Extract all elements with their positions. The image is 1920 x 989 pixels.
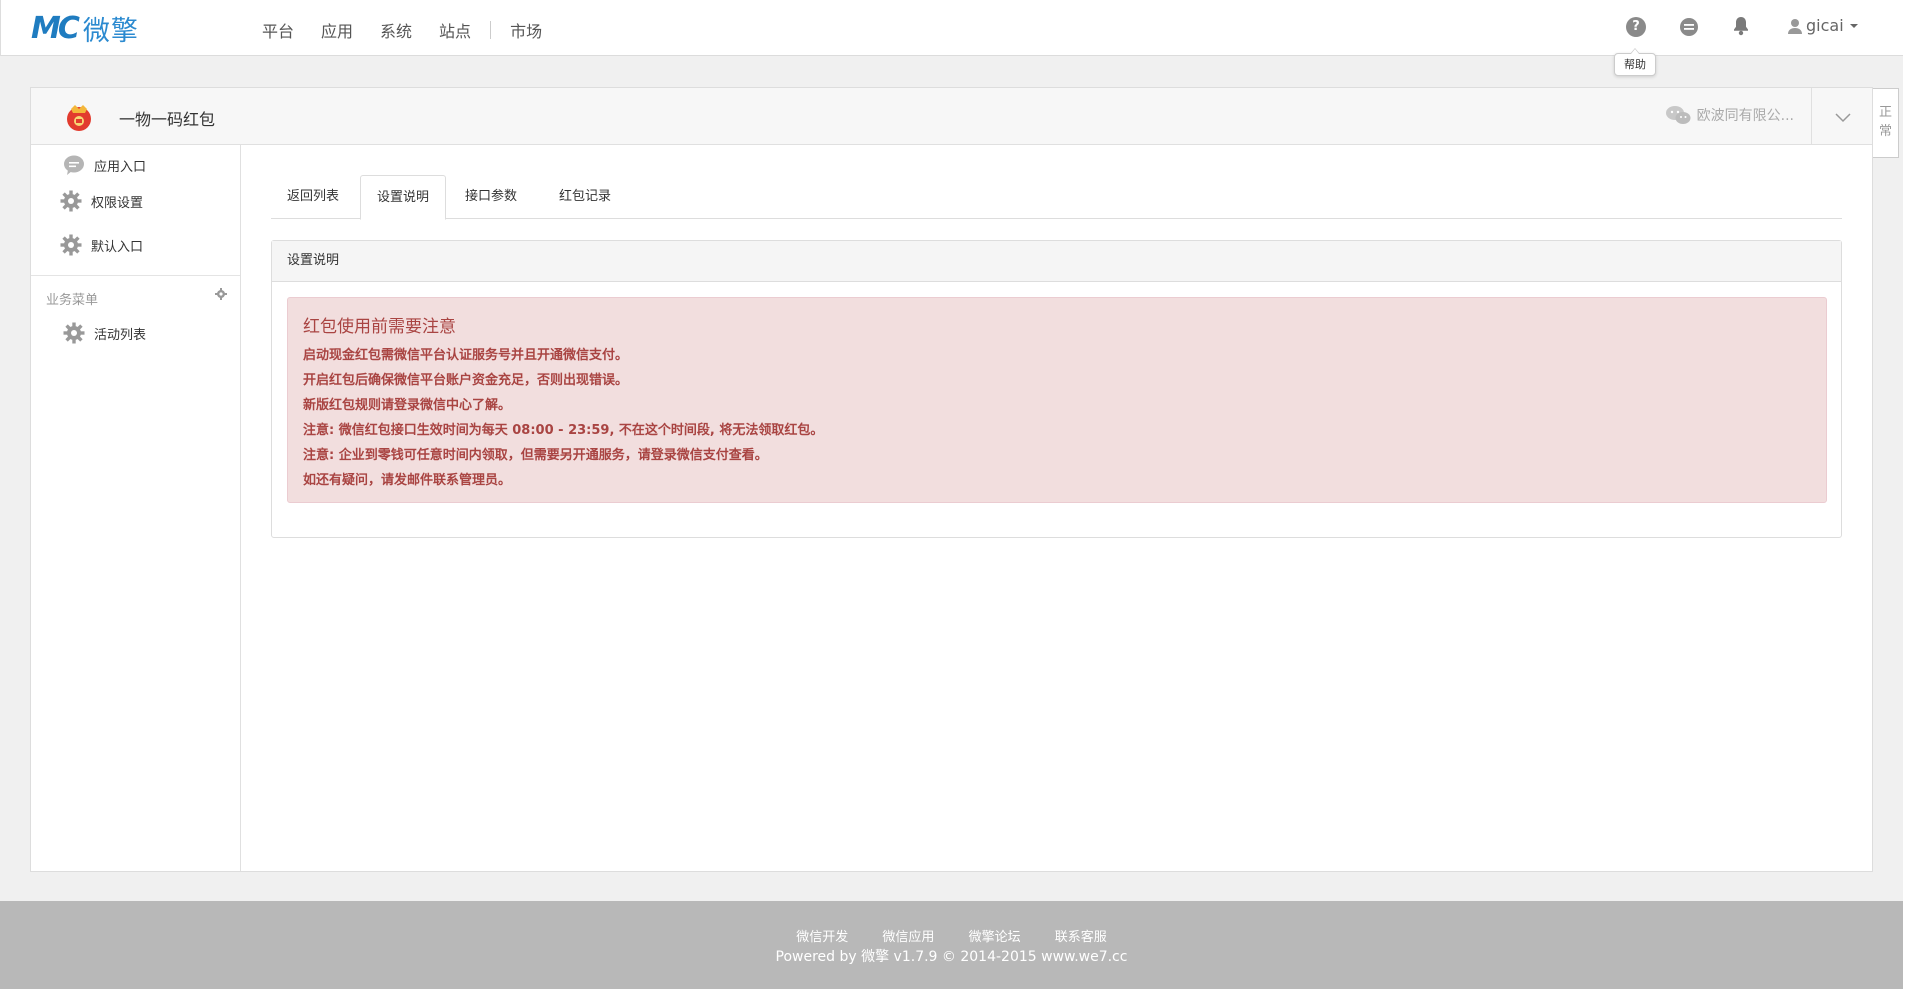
- scrollbar-gutter: [1903, 0, 1920, 989]
- sidebar-group-business: 业务菜单: [31, 275, 240, 315]
- sidebar-item-label: 默认入口: [91, 239, 144, 255]
- tab-bar: 返回列表 设置说明 接口参数 红包记录: [271, 175, 1842, 220]
- nav-item-apps[interactable]: 应用: [321, 18, 353, 42]
- tab-api-params[interactable]: 接口参数: [449, 175, 533, 219]
- nav-divider: [490, 21, 492, 39]
- sidebar: 应用入口 权限设置 默认入口 业务菜单 活动列表: [31, 145, 241, 871]
- alert-line: 注意: 企业到零钱可任意时间内领取，但需要另开通服务，请登录微信支付查看。: [303, 448, 768, 463]
- nav-item-site[interactable]: 站点: [439, 18, 471, 42]
- logo-text: 微擎: [82, 15, 139, 47]
- question-circle-icon[interactable]: ?: [1626, 17, 1646, 37]
- tab-back-to-list[interactable]: 返回列表: [271, 175, 355, 219]
- app-title: 一物一码红包: [119, 110, 216, 129]
- panel-heading: 设置说明: [272, 241, 1841, 282]
- logo-mark: MC: [31, 10, 80, 46]
- sidebar-item-app-entry[interactable]: 应用入口: [31, 145, 240, 185]
- alert-line: 启动现金红包需微信平台认证服务号并且开通微信支付。: [303, 348, 629, 363]
- wechat-icon: [1665, 106, 1691, 124]
- app-panel: 一物一码红包 欧波同有限公... 应用入口 权限设置 默认入口 业务菜单 活动列…: [30, 87, 1873, 872]
- sidebar-group-label: 业务菜单: [46, 293, 99, 308]
- alert-title: 红包使用前需要注意: [303, 317, 456, 337]
- sidebar-item-label: 活动列表: [94, 327, 147, 343]
- main-content: 返回列表 设置说明 接口参数 红包记录 设置说明 红包使用前需要注意 启动现金红…: [271, 175, 1842, 538]
- top-navbar: MC 微擎 平台 应用 系统 站点 市场 ? gicai: [0, 0, 1903, 56]
- footer-links: 微信开发 微信应用 微擎论坛 联系客服: [0, 926, 1903, 945]
- comment-icon[interactable]: [1679, 17, 1699, 41]
- footer-link-support[interactable]: 联系客服: [1055, 930, 1107, 945]
- footer-copyright: Powered by 微擎 v1.7.9 © 2014-2015 www.we7…: [775, 949, 1128, 965]
- sidebar-item-default-entry[interactable]: 默认入口: [31, 225, 240, 265]
- nav-item-market[interactable]: 市场: [510, 18, 542, 42]
- username: gicai: [1806, 16, 1844, 35]
- warning-alert: 红包使用前需要注意 启动现金红包需微信平台认证服务号并且开通微信支付。 开启红包…: [287, 297, 1827, 503]
- gear-icon[interactable]: [215, 288, 227, 300]
- gear-icon: [63, 322, 85, 344]
- footer-link-wechat-dev[interactable]: 微信开发: [796, 930, 848, 945]
- sidebar-item-label: 应用入口: [94, 159, 147, 175]
- alert-line: 注意: 微信红包接口生效时间为每天 08:00 - 23:59, 不在这个时间段…: [303, 423, 824, 438]
- sidebar-item-activity-list[interactable]: 活动列表: [31, 313, 240, 353]
- help-tooltip: 帮助: [1614, 48, 1656, 76]
- status-side-tab[interactable]: 正常: [1873, 88, 1899, 158]
- gear-icon: [60, 190, 82, 212]
- user-menu[interactable]: gicai: [1788, 16, 1859, 35]
- alert-line: 如还有疑问，请发邮件联系管理员。: [303, 473, 512, 488]
- nav-item-system[interactable]: 系统: [380, 18, 412, 42]
- header-divider: [1811, 88, 1812, 144]
- red-packet-icon: [63, 101, 95, 133]
- tab-settings-guide[interactable]: 设置说明: [360, 175, 447, 220]
- settings-guide-panel: 设置说明 红包使用前需要注意 启动现金红包需微信平台认证服务号并且开通微信支付。…: [271, 240, 1842, 538]
- account-selector[interactable]: 欧波同有限公...: [1665, 105, 1794, 125]
- chevron-down-icon[interactable]: [1834, 108, 1852, 126]
- alert-line: 开启红包后确保微信平台账户资金充足，否则出现错误。: [303, 373, 629, 388]
- main-nav: 平台 应用 系统 站点 市场: [262, 18, 569, 42]
- gear-icon: [60, 234, 82, 256]
- footer-link-wechat-apps[interactable]: 微信应用: [882, 930, 934, 945]
- app-header: 一物一码红包 欧波同有限公...: [31, 88, 1872, 145]
- sidebar-item-permissions[interactable]: 权限设置: [31, 181, 240, 221]
- bell-icon[interactable]: [1732, 16, 1752, 38]
- logo[interactable]: MC 微擎: [31, 10, 139, 47]
- caret-down-icon: [1849, 23, 1858, 28]
- nav-item-platform[interactable]: 平台: [262, 18, 294, 42]
- alert-line: 新版红包规则请登录微信中心了解。: [303, 398, 512, 413]
- footer-link-forum[interactable]: 微擎论坛: [969, 930, 1021, 945]
- account-name: 欧波同有限公...: [1696, 108, 1794, 124]
- comment-icon: [64, 155, 84, 175]
- sidebar-item-label: 权限设置: [91, 195, 144, 211]
- user-icon: [1788, 18, 1802, 34]
- tab-red-packet-records[interactable]: 红包记录: [543, 175, 627, 219]
- footer: 微信开发 微信应用 微擎论坛 联系客服 Powered by 微擎 v1.7.9…: [0, 901, 1903, 989]
